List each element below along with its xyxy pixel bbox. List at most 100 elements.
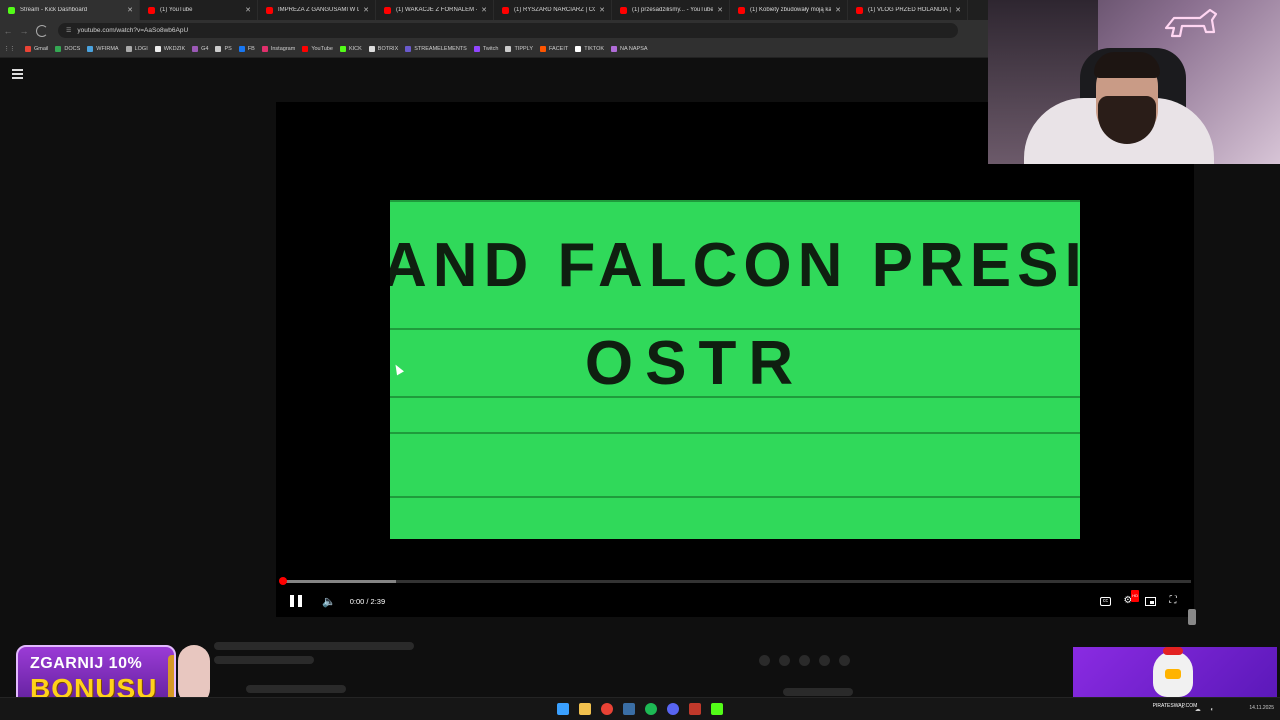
bookmark-item[interactable]: PS xyxy=(215,46,232,52)
bookmark-icon xyxy=(154,46,161,52)
bookmark-icon xyxy=(339,46,346,52)
volume-icon[interactable]: 🔈 xyxy=(322,595,336,608)
obs-icon[interactable] xyxy=(689,703,701,715)
windows-start-icon[interactable] xyxy=(557,703,569,715)
tab-close-icon[interactable]: ✕ xyxy=(955,6,961,14)
bookmark-item[interactable]: KICK xyxy=(339,46,362,52)
tab-close-icon[interactable]: ✕ xyxy=(717,6,723,14)
tab-label: (1) Kobiety zbudowały moją ka xyxy=(750,7,832,13)
title-skeleton xyxy=(214,642,414,650)
browser-tab[interactable]: (1) Kobiety zbudowały moją ka ✕ xyxy=(730,0,848,20)
bookmark-item[interactable]: FB xyxy=(238,46,255,52)
youtube-icon xyxy=(620,6,627,14)
video-player[interactable]: AND FALCON PRESI OSTR 🔈 0:00 / 2:39 cc ⚙… xyxy=(276,102,1194,617)
bookmark-item[interactable]: TIKTOK xyxy=(575,46,604,52)
bookmark-label: KICK xyxy=(348,46,362,52)
bookmark-item[interactable]: Gmail xyxy=(25,46,48,52)
bookmark-item[interactable]: TIPPLY xyxy=(505,46,533,52)
time-display: 0:00 / 2:39 xyxy=(349,596,386,606)
menu-icon[interactable] xyxy=(12,69,23,79)
bookmark-icon xyxy=(215,46,222,52)
browser-tab[interactable]: (1) YouTube ✕ xyxy=(140,0,258,20)
browser-tab[interactable]: (1) WAKACJE Z FORNALEM - Y ✕ xyxy=(376,0,494,20)
bookmark-label: YouTube xyxy=(311,46,333,52)
promo-headline: ZGARNIJ 10% xyxy=(30,655,143,672)
action-dot-skeleton xyxy=(759,655,770,666)
tab-close-icon[interactable]: ✕ xyxy=(835,6,841,14)
player-controls: 🔈 0:00 / 2:39 cc ⚙ HD ⛶ xyxy=(276,588,1194,614)
channel-skeleton xyxy=(246,685,346,693)
video-frame: AND FALCON PRESI OSTR xyxy=(390,200,1080,539)
bookmark-item[interactable]: WKDZIK xyxy=(154,46,186,52)
pause-button[interactable] xyxy=(290,595,302,607)
scrubber-handle[interactable] xyxy=(278,577,287,585)
progress-bar[interactable] xyxy=(278,577,1191,585)
back-icon[interactable]: ← xyxy=(0,26,16,36)
side-handle[interactable] xyxy=(1188,609,1196,625)
bookmark-label: WKDZIK xyxy=(163,46,186,52)
browser-tab[interactable]: (1) RYSZARD NARCIARZ | CO T ✕ xyxy=(494,0,612,20)
bookmark-icon xyxy=(505,46,512,52)
bookmark-item[interactable]: NA NAPSA xyxy=(611,46,648,52)
action-dot-skeleton xyxy=(779,655,790,666)
bookmarks-bar: ⋮⋮ Gmail DOCS WFIRMA LOGI WKDZIK G4 PS FB Instag… xyxy=(0,41,988,58)
bookmark-label: FB xyxy=(247,46,255,52)
bookmark-icon xyxy=(55,46,62,52)
video-title-line-1: AND FALCON PRESI xyxy=(390,231,1080,300)
miniplayer-icon[interactable] xyxy=(1145,596,1156,606)
bookmark-icon xyxy=(87,46,94,52)
action-dot-skeleton xyxy=(799,655,810,666)
settings-gear-icon[interactable]: ⚙ HD xyxy=(1121,590,1139,607)
bookmark-label: FACEIT xyxy=(548,46,569,52)
video-title-line-2: OSTR xyxy=(584,329,806,398)
bookmark-label: G4 xyxy=(201,46,209,52)
url-field[interactable]: ☰ youtube.com/watch?v=AaSo8wb6ApU xyxy=(58,23,958,38)
youtube-icon xyxy=(856,6,863,14)
bookmark-item[interactable]: DOCS xyxy=(55,46,80,52)
tab-close-icon[interactable]: ✕ xyxy=(127,6,133,14)
discord-icon[interactable] xyxy=(667,703,679,715)
captions-icon[interactable]: cc xyxy=(1100,596,1111,606)
reload-icon[interactable] xyxy=(36,24,48,37)
buffered-bar xyxy=(281,580,396,583)
browser-tab[interactable]: IMPREZA Z GANGUSAMI W DI ✕ xyxy=(258,0,376,20)
frame-stripe xyxy=(390,496,1080,498)
chicken-comb xyxy=(1163,647,1183,655)
bookmark-item[interactable]: STREAMELEMENTS xyxy=(405,46,467,52)
tab-close-icon[interactable]: ✕ xyxy=(481,6,487,14)
bookmark-item[interactable]: FACEIT xyxy=(539,46,569,52)
frame-stripe xyxy=(390,432,1080,434)
bookmark-item[interactable]: LOGI xyxy=(125,46,148,52)
title-skeleton xyxy=(214,656,314,664)
tab-close-icon[interactable]: ✕ xyxy=(599,6,605,14)
tab-close-icon[interactable]: ✕ xyxy=(363,6,369,14)
bookmark-icon xyxy=(368,46,375,52)
tab-label: (1) WAKACJE Z FORNALEM - Y xyxy=(396,7,478,13)
bookmark-label: Gmail xyxy=(34,46,49,52)
apps-icon[interactable]: ⋮⋮ xyxy=(4,46,15,52)
bookmark-item[interactable]: Instagram xyxy=(261,46,295,52)
neon-bull-icon xyxy=(1164,8,1218,38)
browser-tab[interactable]: (1) przesadziliśmy... - YouTube ✕ xyxy=(612,0,730,20)
kick-icon xyxy=(8,6,15,14)
file-explorer-icon[interactable] xyxy=(579,703,591,715)
forward-icon[interactable]: → xyxy=(16,26,32,36)
kick-icon[interactable] xyxy=(711,703,723,715)
bookmark-item[interactable]: YouTube xyxy=(302,46,333,52)
bookmark-item[interactable]: BOTRIX xyxy=(368,46,398,52)
tab-close-icon[interactable]: ✕ xyxy=(245,6,251,14)
hd-badge: HD xyxy=(1131,590,1139,602)
bookmark-item[interactable]: WFIRMA xyxy=(87,46,119,52)
chicken-beak xyxy=(1165,669,1181,679)
spotify-icon[interactable] xyxy=(645,703,657,715)
browser-tab[interactable]: Stream - Kick Dashboard ✕ xyxy=(0,0,140,20)
fullscreen-icon[interactable]: ⛶ xyxy=(1166,595,1180,607)
browser-tab[interactable]: (1) VLOG PRZED HOLANDIA | C ✕ xyxy=(848,0,968,20)
site-info-icon[interactable]: ☰ xyxy=(66,27,71,34)
bookmark-label: STREAMELEMENTS xyxy=(414,46,467,52)
bookmark-item[interactable]: Twitch xyxy=(473,46,498,52)
steam-icon[interactable] xyxy=(623,703,635,715)
bookmark-icon xyxy=(25,46,31,52)
bookmark-item[interactable]: G4 xyxy=(192,46,208,52)
chrome-icon[interactable] xyxy=(601,703,613,715)
